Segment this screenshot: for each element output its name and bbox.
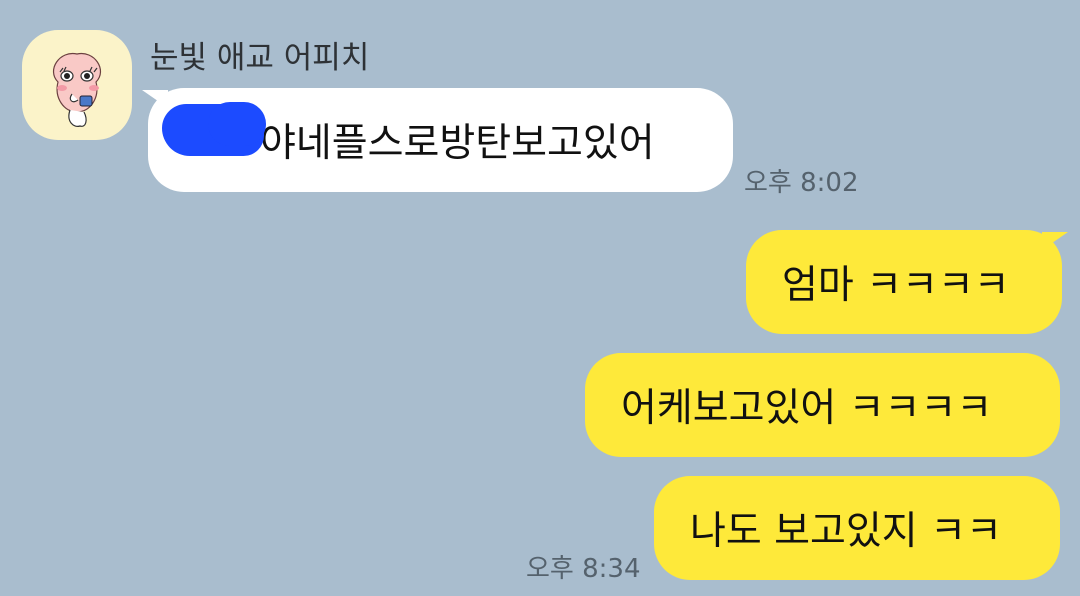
redaction-mark: [208, 102, 266, 146]
message-text: 엄마 ㅋㅋㅋㅋ: [782, 263, 1010, 308]
message-timestamp: 오후 8:34: [526, 554, 641, 584]
message-text: 나도 보고있지 ㅋㅋ: [690, 509, 1002, 554]
sender-name: 눈빛 애교 어피치: [150, 40, 370, 76]
outgoing-message-bubble[interactable]: 엄마 ㅋㅋㅋㅋ: [746, 230, 1068, 334]
outgoing-message-bubble[interactable]: 나도 보고있지 ㅋㅋ: [654, 476, 1060, 580]
sender-avatar[interactable]: [22, 30, 132, 140]
outgoing-message-bubble[interactable]: 어케보고있어 ㅋㅋㅋㅋ: [585, 353, 1060, 457]
incoming-message-bubble[interactable]: 야네플스로방탄보고있어: [142, 88, 733, 192]
message-text: 어케보고있어 ㅋㅋㅋㅋ: [621, 386, 993, 431]
message-text: 야네플스로방탄보고있어: [260, 121, 655, 166]
message-timestamp: 오후 8:02: [744, 168, 859, 198]
apeach-sticker-avatar-icon: [52, 52, 102, 127]
